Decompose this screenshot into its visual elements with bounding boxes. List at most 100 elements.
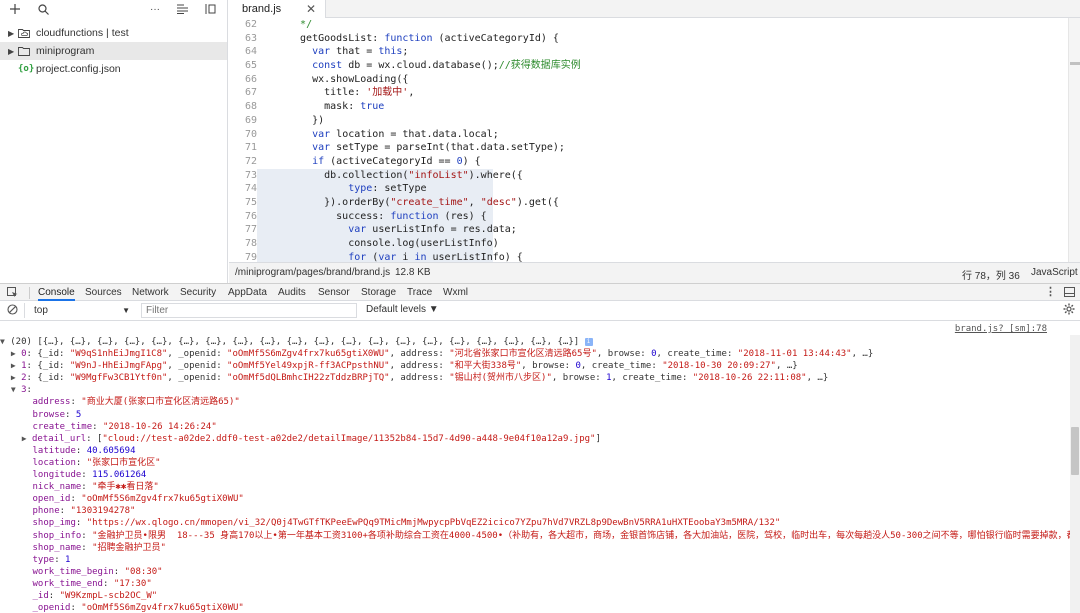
file-size: 12.8 KB: [395, 267, 431, 278]
tree-item-miniprogram[interactable]: ▶ miniprogram: [0, 42, 227, 60]
code-line[interactable]: 67 title: '加载中',: [229, 86, 1067, 100]
code-line[interactable]: 71 var setType = parseInt(that.data.setT…: [229, 141, 1067, 155]
code-area[interactable]: 62 */63 getGoodsList: function (activeCa…: [229, 18, 1067, 262]
tab-console[interactable]: Console: [38, 284, 75, 301]
line-number: 74: [244, 183, 257, 195]
add-icon[interactable]: [8, 0, 22, 18]
search-icon[interactable]: [36, 0, 50, 18]
more-icon[interactable]: ···: [148, 0, 162, 18]
code-line[interactable]: 78 console.log(userListInfo): [229, 237, 1067, 251]
tab-brand-js[interactable]: brand.js ✕: [229, 0, 326, 18]
console-line[interactable]: ▶ 2: {_id: "W9MgfFw3CB1Ytf0n", _openid: …: [0, 372, 1070, 384]
code-line[interactable]: 72 if (activeCategoryId == 0) {: [229, 155, 1067, 169]
tab-wxml[interactable]: Wxml: [443, 284, 468, 301]
devtools-tabbar: Console Sources Network Security AppData…: [0, 283, 1080, 301]
console-line[interactable]: ▶ 1: {_id: "W9nJ-HhEiJmgFApg", _openid: …: [0, 360, 1070, 372]
console-line[interactable]: _id: "W9KzmpL-scb2OC_W": [0, 590, 1070, 602]
console-line[interactable]: shop_info: "金融护卫员•限男 18---35 身高170以上•第一年…: [0, 530, 1070, 542]
code-line[interactable]: 76 success: function (res) {: [229, 209, 1067, 224]
split-panel-icon[interactable]: [203, 0, 217, 18]
code-text: */: [300, 19, 313, 30]
code-line[interactable]: 73 db.collection("infoList").where({: [229, 168, 1067, 183]
editor-scrollbar[interactable]: [1068, 18, 1080, 262]
console-line[interactable]: work_time_end: "17:30": [0, 578, 1070, 590]
code-text: var userListInfo = res.data;: [257, 223, 1067, 237]
expand-arrow-icon[interactable]: ▶: [8, 29, 18, 38]
console-filter-input[interactable]: [141, 303, 357, 318]
tab-sensor[interactable]: Sensor: [318, 284, 350, 301]
log-levels-dropdown[interactable]: Default levels ▼: [366, 304, 439, 315]
console-scrollbar[interactable]: [1070, 335, 1080, 613]
console-output[interactable]: brand.js? [sm]:78 ▼ (20) [{…}, {…}, {…},…: [0, 322, 1070, 613]
clear-console-icon[interactable]: [7, 304, 18, 318]
console-line[interactable]: shop_name: "招聘金融护卫员": [0, 542, 1070, 554]
code-text: }): [288, 114, 325, 126]
line-number: 66: [244, 73, 257, 85]
line-number: 78: [244, 238, 257, 249]
console-line[interactable]: ▶ detail_url: ["cloud://test-a02de2.ddf0…: [0, 433, 1070, 445]
console-line[interactable]: browse: 5: [0, 409, 1070, 421]
console-line[interactable]: nick_name: "牵手✱✱看日落": [0, 481, 1070, 493]
code-line[interactable]: 77 var userListInfo = res.data;: [229, 223, 1067, 237]
context-selector[interactable]: top ▼: [28, 303, 136, 318]
expand-arrow-icon[interactable]: ▶: [8, 47, 18, 56]
code-text: wx.showLoading({: [288, 73, 409, 85]
chevron-down-icon: ▼: [122, 306, 130, 315]
console-line[interactable]: open_id: "oOmMf5S6mZgv4frx7ku65gtiX0WU": [0, 493, 1070, 505]
console-line[interactable]: latitude: 40.605694: [0, 445, 1070, 457]
tab-audits[interactable]: Audits: [278, 284, 306, 301]
tab-trace[interactable]: Trace: [407, 284, 432, 301]
line-number: 69: [244, 114, 257, 126]
console-line[interactable]: ▶ 0: {_id: "W9qS1nhEiJmgI1C8", _openid: …: [0, 348, 1070, 360]
tab-storage[interactable]: Storage: [361, 284, 396, 301]
dock-side-icon[interactable]: [1064, 284, 1075, 301]
console-line[interactable]: create_time: "2018-10-26 14:26:24": [0, 421, 1070, 433]
code-line[interactable]: 64 var that = this;: [229, 45, 1067, 59]
code-line[interactable]: 75 }).orderBy("create_time", "desc").get…: [229, 195, 1067, 210]
console-line[interactable]: ▼ 3:: [0, 384, 1070, 396]
console-line[interactable]: location: "张家口市宣化区": [0, 457, 1070, 469]
line-number: 72: [244, 155, 257, 167]
code-line[interactable]: 79 for (var i in userListInfo) {: [229, 250, 1067, 262]
line-number: 76: [244, 210, 257, 222]
cursor-position[interactable]: 行 78，列 36: [962, 267, 1020, 282]
code-text: mask: true: [288, 101, 385, 113]
console-line[interactable]: ▼ (20) [{…}, {…}, {…}, {…}, {…}, {…}, {……: [0, 336, 1070, 348]
console-line[interactable]: longitude: 115.061264: [0, 469, 1070, 481]
console-filterbar: top ▼ Default levels ▼: [0, 301, 1080, 321]
code-line[interactable]: 66 wx.showLoading({: [229, 73, 1067, 87]
code-line[interactable]: 65 const db = wx.cloud.database();//获得数据…: [229, 59, 1067, 73]
tab-network[interactable]: Network: [132, 284, 169, 301]
source-link[interactable]: brand.js? [sm]:78: [955, 324, 1047, 334]
collapse-all-icon[interactable]: [175, 0, 189, 18]
code-text: var that = this;: [312, 46, 409, 58]
code-line[interactable]: 70 var location = that.data.local;: [229, 128, 1067, 142]
tab-appdata[interactable]: AppData: [228, 284, 267, 301]
close-icon[interactable]: ✕: [306, 2, 316, 16]
gear-icon[interactable]: [1063, 303, 1075, 318]
console-line[interactable]: work_time_begin: "08:30": [0, 566, 1070, 578]
tree-item-project-config[interactable]: {o} project.config.json: [0, 60, 227, 78]
code-line[interactable]: 68 mask: true: [229, 100, 1067, 114]
inspect-element-icon[interactable]: [7, 284, 18, 301]
tree-item-cloudfunctions[interactable]: ▶ cloudfunctions | test: [0, 24, 227, 42]
tab-sources[interactable]: Sources: [85, 284, 122, 301]
console-line[interactable]: phone: "1303194278": [0, 505, 1070, 517]
language-mode[interactable]: JavaScript: [1031, 267, 1078, 278]
code-line[interactable]: 62 */: [229, 18, 1067, 32]
more-options-icon[interactable]: ⋮: [1045, 284, 1056, 301]
console-line[interactable]: shop_img: "https://wx.qlogo.cn/mmopen/vi…: [0, 517, 1070, 529]
console-line[interactable]: _openid: "oOmMf5S6mZgv4frx7ku65gtiX0WU": [0, 602, 1070, 613]
folder-icon: [18, 46, 32, 56]
tab-security[interactable]: Security: [180, 284, 216, 301]
line-number: 77: [244, 224, 257, 236]
code-line[interactable]: 74 type: setType: [229, 182, 1067, 196]
code-text: success: function (res) {: [257, 209, 1067, 224]
line-number: 64: [244, 46, 257, 58]
json-file-icon: {o}: [18, 64, 35, 74]
code-line[interactable]: 63 getGoodsList: function (activeCategor…: [229, 32, 1067, 46]
code-line[interactable]: 69 }): [229, 114, 1067, 128]
code-text: if (activeCategoryId == 0) {: [312, 155, 481, 167]
console-line[interactable]: address: "商业大厦(张家口市宣化区清远路65)": [0, 396, 1070, 408]
console-line[interactable]: type: 1: [0, 554, 1070, 566]
